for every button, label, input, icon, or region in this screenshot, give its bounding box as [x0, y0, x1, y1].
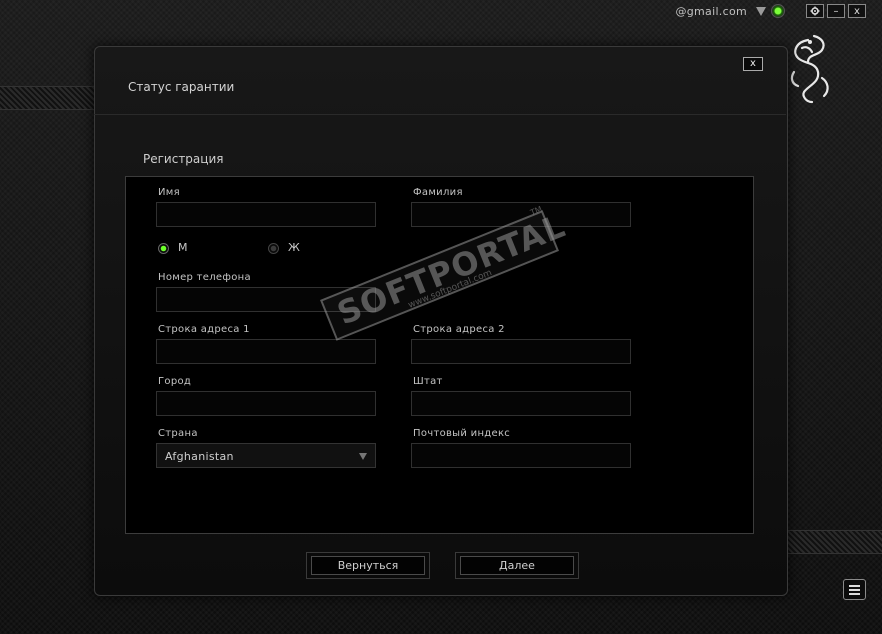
menu-button[interactable]: [843, 579, 866, 600]
settings-button[interactable]: [806, 4, 824, 18]
back-button[interactable]: Вернуться: [311, 556, 425, 575]
gender-male-radio[interactable]: [158, 243, 169, 254]
last-name-field[interactable]: [411, 202, 631, 227]
hamburger-icon-line: [849, 589, 860, 591]
address-line1-label: Строка адреса 1: [158, 324, 250, 335]
phone-label: Номер телефона: [158, 272, 251, 283]
zip-field[interactable]: [411, 443, 631, 468]
country-select-value: Afghanistan: [165, 450, 234, 463]
zip-label: Почтовый индекс: [413, 428, 511, 439]
back-button-frame: Вернуться: [306, 552, 430, 579]
state-label: Штат: [413, 376, 443, 387]
hamburger-icon-line: [849, 593, 860, 595]
country-select[interactable]: Afghanistan: [156, 443, 376, 468]
gender-female-radio[interactable]: [268, 243, 279, 254]
dialog-close-button[interactable]: x: [743, 57, 763, 71]
hamburger-icon: [849, 585, 860, 587]
gender-male-label: М: [178, 241, 188, 254]
chevron-down-icon: [359, 453, 367, 460]
carbon-band-left: [0, 86, 96, 110]
state-field[interactable]: [411, 391, 631, 416]
phone-field[interactable]: [156, 287, 376, 312]
dialog-title: Статус гарантии: [128, 80, 235, 94]
account-dropdown-icon[interactable]: [756, 7, 766, 16]
status-indicator-icon[interactable]: [771, 4, 785, 18]
title-bar: @gmail.com – x: [0, 0, 882, 24]
address-line2-field[interactable]: [411, 339, 631, 364]
address-line2-label: Строка адреса 2: [413, 324, 505, 335]
next-button[interactable]: Далее: [460, 556, 574, 575]
city-label: Город: [158, 376, 192, 387]
carbon-band-right: [786, 530, 882, 554]
first-name-label: Имя: [158, 187, 180, 198]
minimize-button[interactable]: –: [827, 4, 845, 18]
last-name-label: Фамилия: [413, 187, 463, 198]
account-email: @gmail.com: [675, 5, 747, 18]
address-line1-field[interactable]: [156, 339, 376, 364]
first-name-field[interactable]: [156, 202, 376, 227]
city-field[interactable]: [156, 391, 376, 416]
section-title: Регистрация: [143, 152, 224, 166]
next-button-frame: Далее: [455, 552, 579, 579]
country-label: Страна: [158, 428, 198, 439]
gender-female-label: Ж: [288, 241, 300, 254]
gear-icon: [810, 6, 820, 16]
window-close-button[interactable]: x: [848, 4, 866, 18]
